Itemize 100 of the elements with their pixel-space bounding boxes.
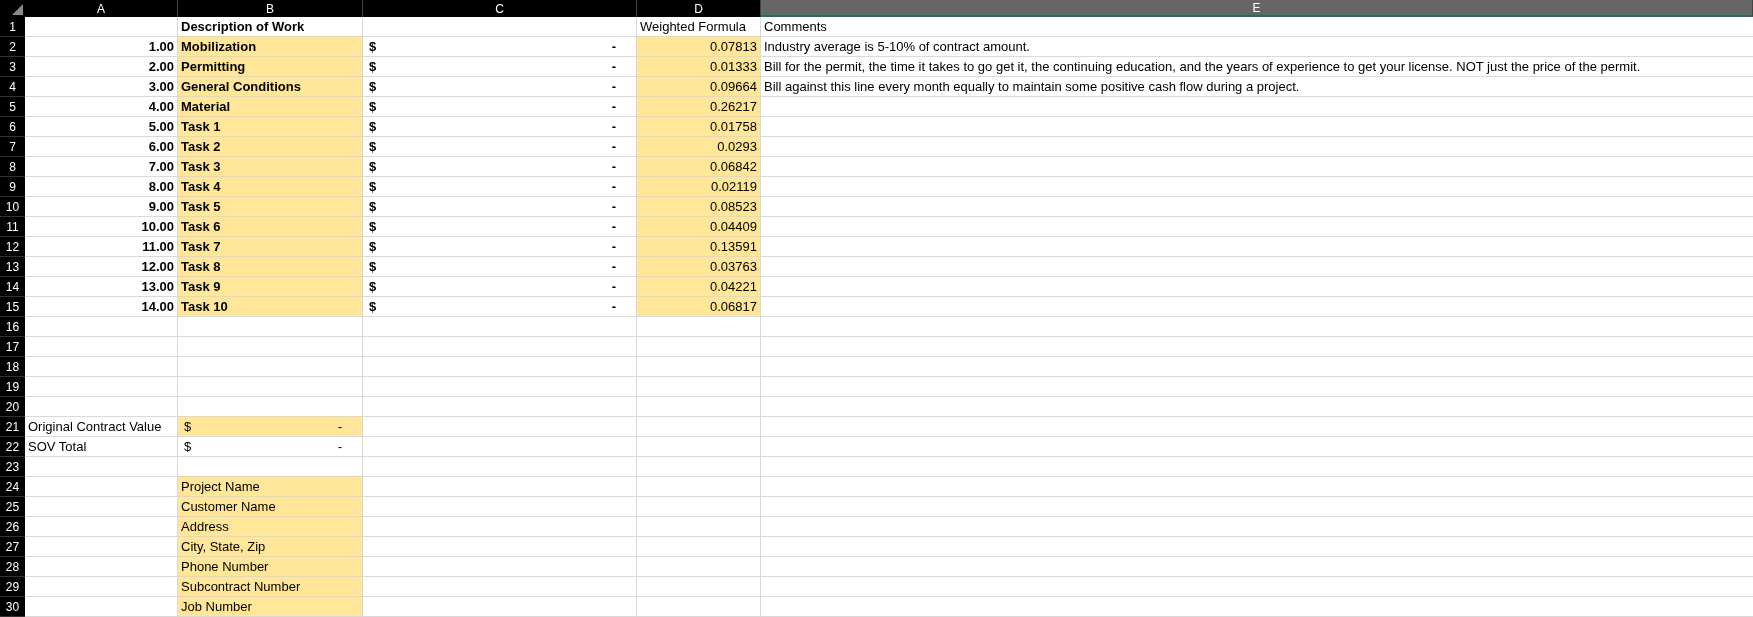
row-header[interactable]: 8 [0, 157, 25, 177]
table-cell: 0.08523 [637, 197, 761, 217]
currency-symbol: $ [369, 279, 377, 294]
table-cell: Task 2 [178, 137, 363, 157]
row-header[interactable]: 23 [0, 457, 25, 477]
amount-text: - [611, 159, 616, 174]
currency-symbol: $ [369, 159, 377, 174]
table-cell: Task 4 [178, 177, 363, 197]
table-cell: 0.03763 [637, 257, 761, 277]
currency-symbol: $ [184, 419, 192, 434]
amount-text: - [337, 419, 342, 434]
row-header[interactable]: 29 [0, 577, 25, 597]
table-cell: SOV Total [25, 437, 178, 457]
table-cell: Task 1 [178, 117, 363, 137]
table-cell: Comments [761, 17, 1753, 37]
currency-symbol: $ [369, 39, 377, 54]
row-header[interactable]: 10 [0, 197, 25, 217]
amount-text: - [611, 239, 616, 254]
currency-symbol: $ [369, 139, 377, 154]
table-cell: Task 7 [178, 237, 363, 257]
table-cell: Customer Name [178, 497, 363, 517]
table-cell: 0.01333 [637, 57, 761, 77]
row-header[interactable]: 17 [0, 337, 25, 357]
amount-text: - [337, 439, 342, 454]
table-cell: 0.0293 [637, 137, 761, 157]
column-header[interactable]: C [363, 0, 637, 17]
row-header[interactable]: 22 [0, 437, 25, 457]
row-header[interactable]: 16 [0, 317, 25, 337]
currency-symbol: $ [369, 299, 377, 314]
table-cell: 0.06817 [637, 297, 761, 317]
amount-text: - [611, 79, 616, 94]
table-cell: 0.09664 [637, 77, 761, 97]
table-cell: Phone Number [178, 557, 363, 577]
table-cell: Task 6 [178, 217, 363, 237]
row-header[interactable]: 15 [0, 297, 25, 317]
table-cell: Material [178, 97, 363, 117]
row-header[interactable]: 2 [0, 37, 25, 57]
column-header[interactable]: A [25, 0, 178, 17]
currency-symbol: $ [369, 219, 377, 234]
table-cell: 0.02119 [637, 177, 761, 197]
row-header[interactable]: 1 [0, 17, 25, 37]
table-cell: Mobilization [178, 37, 363, 57]
currency-symbol: $ [369, 59, 377, 74]
table-cell: 0.07813 [637, 37, 761, 57]
row-header[interactable]: 18 [0, 357, 25, 377]
table-cell: Address [178, 517, 363, 537]
table-cell: Task 10 [178, 297, 363, 317]
table-cell: 0.04409 [637, 217, 761, 237]
row-header[interactable]: 25 [0, 497, 25, 517]
currency-symbol: $ [369, 119, 377, 134]
row-header[interactable]: 14 [0, 277, 25, 297]
amount-text: - [611, 119, 616, 134]
table-cell: Task 9 [178, 277, 363, 297]
row-header[interactable]: 20 [0, 397, 25, 417]
row-header[interactable]: 6 [0, 117, 25, 137]
column-header[interactable]: B [178, 0, 363, 17]
table-cell: 0.26217 [637, 97, 761, 117]
table-cell: City, State, Zip [178, 537, 363, 557]
row-header[interactable]: 26 [0, 517, 25, 537]
currency-symbol: $ [369, 259, 377, 274]
table-cell: General Conditions [178, 77, 363, 97]
amount-text: - [611, 259, 616, 274]
table-cell: Bill against this line every month equally to maintain some positive cash flow during a project. [761, 77, 1753, 97]
table-cell: Permitting [178, 57, 363, 77]
currency-symbol: $ [369, 199, 377, 214]
row-header[interactable]: 11 [0, 217, 25, 237]
table-cell: Project Name [178, 477, 363, 497]
row-header[interactable]: 5 [0, 97, 25, 117]
table-cell: 0.13591 [637, 237, 761, 257]
row-header[interactable]: 13 [0, 257, 25, 277]
currency-symbol: $ [369, 99, 377, 114]
select-all-icon[interactable] [12, 4, 23, 15]
currency-symbol: $ [184, 439, 192, 454]
table-cell: Task 3 [178, 157, 363, 177]
row-header[interactable]: 21 [0, 417, 25, 437]
amount-text: - [611, 299, 616, 314]
row-header[interactable]: 7 [0, 137, 25, 157]
amount-text: - [611, 39, 616, 54]
amount-text: - [611, 59, 616, 74]
amount-text: - [611, 99, 616, 114]
row-header[interactable]: 27 [0, 537, 25, 557]
table-cell: Task 5 [178, 197, 363, 217]
amount-text: - [611, 279, 616, 294]
row-header[interactable]: 24 [0, 477, 25, 497]
row-header[interactable]: 3 [0, 57, 25, 77]
row-header[interactable]: 9 [0, 177, 25, 197]
table-cell: 0.01758 [637, 117, 761, 137]
column-header[interactable]: E [761, 0, 1753, 17]
table-cell: Job Number [178, 597, 363, 617]
table-cell: Industry average is 5-10% of contract amount. [761, 37, 1753, 57]
column-header[interactable]: D [637, 0, 761, 17]
row-header[interactable]: 12 [0, 237, 25, 257]
amount-text: - [611, 139, 616, 154]
row-header[interactable]: 30 [0, 597, 25, 617]
row-header[interactable]: 4 [0, 77, 25, 97]
table-cell: Task 8 [178, 257, 363, 277]
row-header[interactable]: 28 [0, 557, 25, 577]
row-header[interactable]: 19 [0, 377, 25, 397]
amount-text: - [611, 219, 616, 234]
table-cell: 0.04221 [637, 277, 761, 297]
